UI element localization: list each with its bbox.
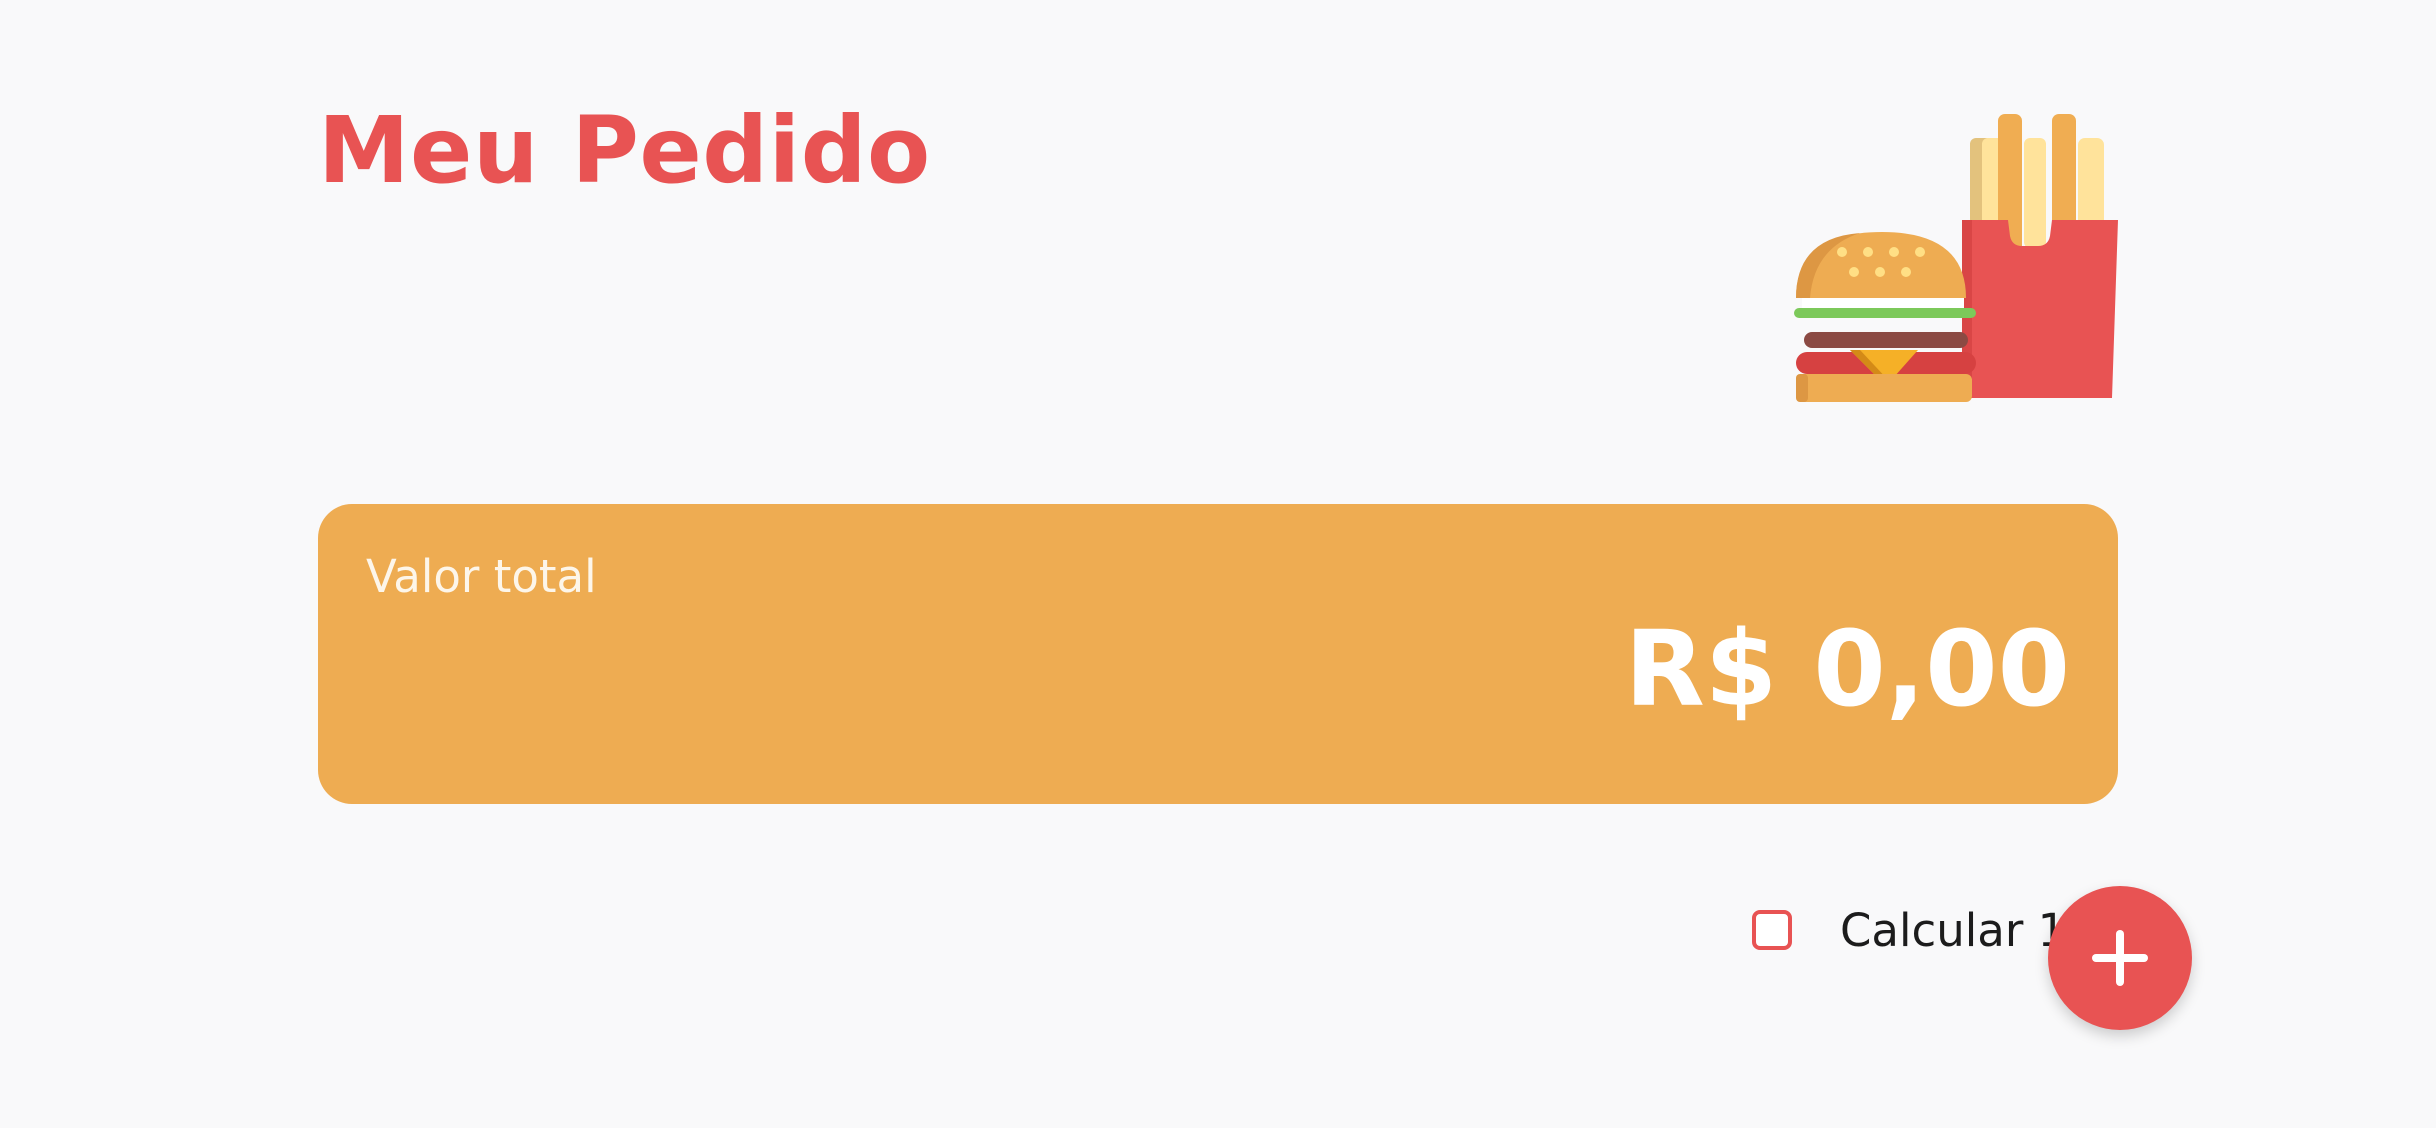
burger-and-fries-icon — [1794, 114, 2118, 402]
burger-icon — [1794, 232, 1976, 402]
order-screen: Meu Pedido Valor total R$ 0,00 Calcular … — [0, 0, 2436, 1128]
page-title: Meu Pedido — [318, 97, 931, 204]
fries-icon — [1962, 114, 2118, 398]
total-card: Valor total R$ 0,00 — [318, 504, 2118, 804]
tip-checkbox[interactable] — [1752, 910, 1792, 950]
total-value: R$ 0,00 — [1624, 608, 2070, 730]
total-label: Valor total — [366, 550, 597, 603]
plus-icon — [2092, 930, 2148, 986]
add-item-button[interactable] — [2048, 886, 2192, 1030]
